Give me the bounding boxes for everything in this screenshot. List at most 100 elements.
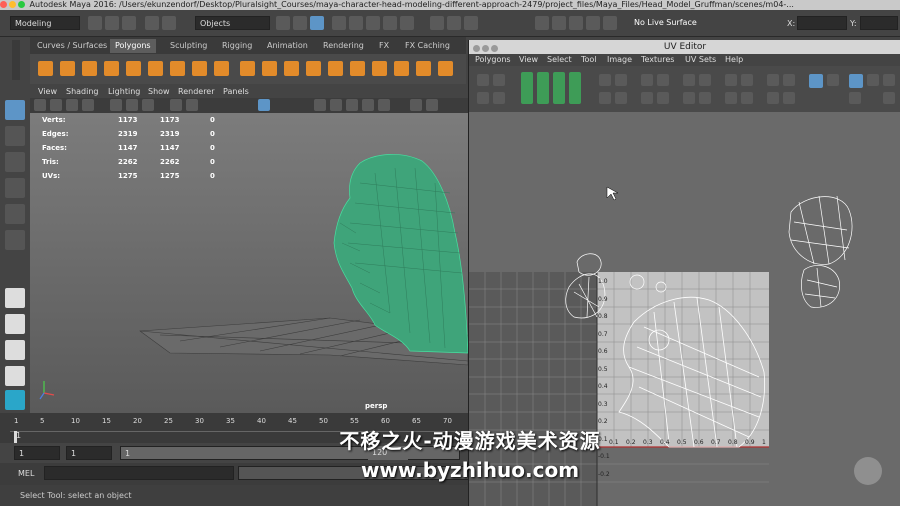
x-coord-field[interactable] — [797, 16, 847, 30]
align-uv-icon[interactable] — [569, 72, 581, 104]
resolution-gate-icon[interactable] — [142, 99, 154, 111]
camera-icon[interactable] — [603, 16, 617, 30]
combine-icon[interactable] — [240, 61, 255, 76]
uv-menu-image[interactable]: Image — [607, 54, 632, 66]
select-hierarchy-icon[interactable] — [276, 16, 290, 30]
viewport-menu-lighting[interactable]: Lighting — [108, 86, 140, 98]
uv-menu-help[interactable]: Help — [725, 54, 743, 66]
lasso-tool-icon[interactable] — [5, 126, 25, 146]
super-shape-icon[interactable] — [192, 61, 207, 76]
tab-rigging[interactable]: Rigging — [217, 39, 257, 53]
checker-icon[interactable] — [767, 92, 779, 104]
window-controls[interactable] — [0, 0, 27, 9]
poly-torus-icon[interactable] — [148, 61, 163, 76]
select-camera-icon[interactable] — [34, 99, 46, 111]
bridge-icon[interactable] — [372, 61, 387, 76]
viewport-menu-shading[interactable]: Shading — [66, 86, 99, 98]
snap-surface-icon[interactable] — [400, 16, 414, 30]
smooth-shade-icon[interactable] — [186, 99, 198, 111]
uv-menu-select[interactable]: Select — [547, 54, 572, 66]
shaded-uv-icon[interactable] — [783, 92, 795, 104]
isolate-select-icon[interactable] — [346, 99, 358, 111]
uv-menu-textures[interactable]: Textures — [641, 54, 674, 66]
two-view-layout-icon[interactable] — [5, 340, 25, 360]
display-image-icon[interactable] — [809, 74, 823, 88]
move-tool-icon[interactable] — [5, 178, 25, 198]
tab-polygons[interactable]: Polygons — [110, 39, 156, 53]
snap-grid-icon[interactable] — [332, 16, 346, 30]
rotate-uv-icon[interactable] — [553, 72, 565, 104]
input-ops-icon[interactable] — [535, 16, 549, 30]
perspective-viewport[interactable]: Verts: 1173 1173 0 Edges: 2319 2319 0 Faces: 11… — [30, 113, 468, 413]
four-view-layout-icon[interactable] — [5, 314, 25, 334]
flip-v-icon[interactable] — [537, 72, 549, 104]
move-uv-shell-icon[interactable] — [641, 74, 653, 86]
tab-animation[interactable]: Animation — [262, 39, 313, 53]
tab-fx-caching[interactable]: FX Caching — [400, 39, 455, 53]
y-coord-field[interactable] — [860, 16, 898, 30]
uv-grid-toggle-icon[interactable] — [827, 74, 839, 86]
viewport-menu-view[interactable]: View — [38, 86, 57, 98]
uv-select-icon[interactable] — [477, 74, 489, 86]
uv-menu-tool[interactable]: Tool — [581, 54, 597, 66]
orient-shells-icon[interactable] — [683, 92, 695, 104]
sew-uv-icon[interactable] — [615, 74, 627, 86]
snap-point-icon[interactable] — [366, 16, 380, 30]
boolean-icon[interactable] — [328, 61, 343, 76]
tab-fx[interactable]: FX — [374, 39, 394, 53]
poly-disc-icon[interactable] — [170, 61, 185, 76]
uv-editor-title-bar[interactable]: UV Editor — [469, 40, 900, 54]
output-ops-icon[interactable] — [552, 16, 566, 30]
straighten-uv-icon[interactable] — [657, 92, 669, 104]
flip-u-icon[interactable] — [521, 72, 533, 104]
camera-attributes-icon[interactable] — [50, 99, 62, 111]
uv-tweak-icon[interactable] — [493, 92, 505, 104]
bevel-icon[interactable] — [394, 61, 409, 76]
select-object-icon[interactable] — [293, 16, 307, 30]
mel-input[interactable] — [44, 466, 234, 480]
xray-icon[interactable] — [362, 99, 374, 111]
poly-cube-icon[interactable] — [60, 61, 75, 76]
bookmarks-icon[interactable] — [66, 99, 78, 111]
gamma-icon[interactable] — [426, 99, 438, 111]
ipr-render-icon[interactable] — [447, 16, 461, 30]
range-slider-bar[interactable]: 1 — [120, 446, 460, 460]
poly-cylinder-icon[interactable] — [82, 61, 97, 76]
play-icon[interactable] — [854, 457, 882, 485]
mirror-icon[interactable] — [284, 61, 299, 76]
uv-menu-uv-sets[interactable]: UV Sets — [685, 54, 716, 66]
range-start-field[interactable]: 1 — [14, 446, 60, 460]
sweep-mesh-icon[interactable] — [214, 61, 229, 76]
tab-curves-surfaces[interactable]: Curves / Surfaces — [32, 39, 112, 53]
select-component-icon[interactable] — [310, 16, 324, 30]
open-scene-icon[interactable] — [105, 16, 119, 30]
use-lights-icon[interactable] — [314, 99, 326, 111]
poly-plane-icon[interactable] — [126, 61, 141, 76]
new-scene-icon[interactable] — [88, 16, 102, 30]
snap-uv-icon[interactable] — [683, 74, 695, 86]
xray-joints-icon[interactable] — [378, 99, 390, 111]
select-shell-icon[interactable] — [657, 74, 669, 86]
exposure-uv-icon[interactable] — [849, 92, 861, 104]
isolate-uv-icon[interactable] — [741, 92, 753, 104]
separate-icon[interactable] — [262, 61, 277, 76]
paint-select-tool-icon[interactable] — [5, 152, 25, 172]
playback-start-field[interactable]: 1 — [66, 446, 112, 460]
symmetry-icon[interactable] — [586, 16, 600, 30]
select-tool-icon[interactable] — [5, 100, 25, 120]
grid-icon[interactable] — [110, 99, 122, 111]
viewport-menu-renderer[interactable]: Renderer — [178, 86, 215, 98]
render-frame-icon[interactable] — [430, 16, 444, 30]
cycle-uv-icon[interactable] — [725, 92, 737, 104]
shelf-options-handle[interactable] — [12, 40, 20, 80]
wireframe-on-shaded-icon[interactable] — [258, 99, 270, 111]
target-weld-icon[interactable] — [438, 61, 453, 76]
viewport-menu-show[interactable]: Show — [148, 86, 170, 98]
wireframe-icon[interactable] — [170, 99, 182, 111]
snap-curve-icon[interactable] — [349, 16, 363, 30]
unfold-icon[interactable] — [599, 92, 611, 104]
mel-label[interactable]: MEL — [18, 469, 34, 478]
uv-distortion-icon[interactable] — [767, 74, 779, 86]
multi-cut-icon[interactable] — [416, 61, 431, 76]
stack-shells-icon[interactable] — [699, 74, 711, 86]
